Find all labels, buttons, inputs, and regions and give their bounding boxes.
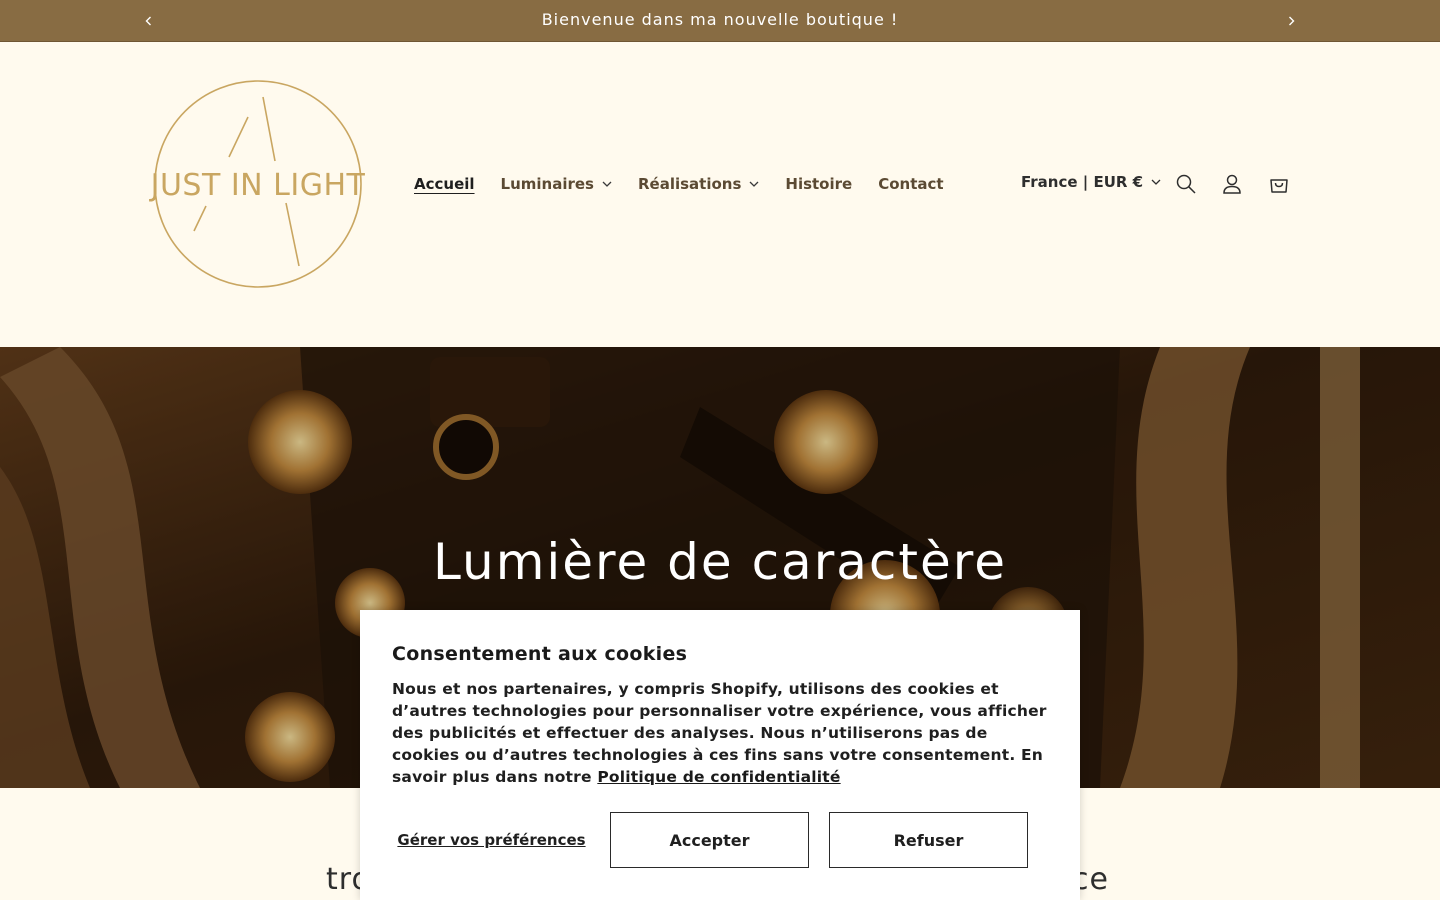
account-icon <box>1223 174 1241 194</box>
site-header: JUST IN LIGHT Accueil Luminaires Réalisa… <box>0 42 1440 347</box>
refuse-cookies-button[interactable]: Refuser <box>829 812 1028 868</box>
nav-item-contact[interactable]: Contact <box>865 175 956 193</box>
nav-item-label: Réalisations <box>637 175 742 193</box>
site-logo[interactable]: JUST IN LIGHT <box>142 79 374 291</box>
nav-item-luminaires[interactable]: Luminaires <box>488 175 625 193</box>
manage-preferences-button[interactable]: Gérer vos préférences <box>392 812 591 868</box>
search-button[interactable] <box>1171 169 1201 199</box>
accept-cookies-button[interactable]: Accepter <box>610 812 809 868</box>
chevron-down-icon <box>749 181 759 187</box>
chevron-right-icon <box>1289 16 1295 26</box>
nav-item-histoire[interactable]: Histoire <box>772 175 865 193</box>
nav-item-label: Contact <box>878 175 944 193</box>
announcement-next-button[interactable] <box>1279 9 1303 33</box>
cart-button[interactable] <box>1264 169 1294 199</box>
cookie-title: Consentement aux cookies <box>392 643 688 665</box>
chevron-down-icon <box>602 181 612 187</box>
country-label: France | EUR € <box>1021 173 1144 191</box>
nav-item-realisations[interactable]: Réalisations <box>625 175 772 193</box>
cookie-consent-banner: Consentement aux cookies Nous et nos par… <box>360 610 1080 900</box>
account-button[interactable] <box>1217 169 1247 199</box>
cookie-body: Nous et nos partenaires, y compris Shopi… <box>392 678 1050 788</box>
nav-item-label: Accueil <box>414 175 475 193</box>
logo-mark: JUST IN LIGHT <box>149 80 366 288</box>
cart-icon <box>1270 179 1288 193</box>
announcement-text: Bienvenue dans ma nouvelle boutique ! <box>541 10 899 29</box>
hero-title: Lumière de caractère <box>433 533 1007 591</box>
privacy-policy-link[interactable]: Politique de confidentialité <box>597 768 840 786</box>
logo-text: JUST IN LIGHT <box>149 168 366 203</box>
search-icon <box>1176 174 1196 194</box>
main-nav: Accueil Luminaires Réalisations Histoire… <box>401 172 957 196</box>
country-currency-selector[interactable]: France | EUR € <box>1021 173 1161 191</box>
nav-item-label: Histoire <box>785 175 853 193</box>
nav-item-label: Luminaires <box>500 175 594 193</box>
announcement-bar: Bienvenue dans ma nouvelle boutique ! <box>0 0 1440 42</box>
chevron-down-icon <box>1151 179 1161 185</box>
nav-item-accueil[interactable]: Accueil <box>401 175 488 193</box>
